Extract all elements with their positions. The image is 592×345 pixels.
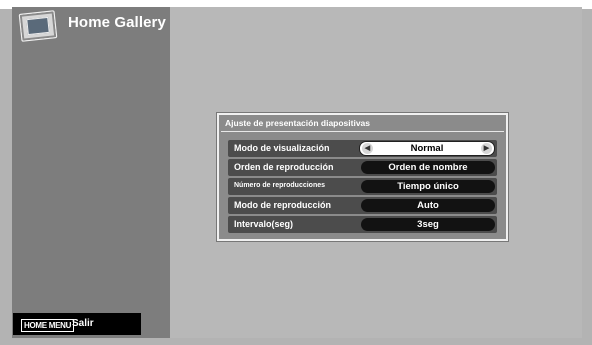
exit-label: Salir [72,318,94,329]
sidebar [12,7,170,338]
setting-label: Orden de reproducción [234,162,334,172]
setting-label: Número de reproducciones [234,182,326,189]
slideshow-settings-dialog: Ajuste de presentación diapositivas Modo… [217,113,508,241]
picture-frame-icon [18,10,58,42]
setting-row-repeat-count[interactable]: Número de reproducciones Tiempo único [228,178,497,195]
playback-mode-value[interactable]: Auto [361,199,495,212]
display-mode-value: Normal [410,143,444,154]
setting-label: Intervalo(seg) [234,219,294,229]
dialog-title: Ajuste de presentación diapositivas [225,118,371,128]
photo-thumbnail [26,16,50,36]
setting-row-playback-mode[interactable]: Modo de reproducción Auto [228,197,497,214]
display-mode-selector[interactable]: ◀ Normal ▶ [359,141,495,156]
repeat-count-value[interactable]: Tiempo único [361,180,495,193]
setting-label: Modo de reproducción [234,200,332,210]
setting-row-playback-order[interactable]: Orden de reproducción Orden de nombre [228,159,497,176]
home-menu-key[interactable]: HOME MENU [21,319,75,332]
setting-row-display-mode[interactable]: Modo de visualización ◀ Normal ▶ [228,140,497,157]
arrow-right-icon[interactable]: ▶ [481,143,492,154]
setting-row-interval[interactable]: Intervalo(seg) 3seg [228,216,497,233]
interval-value[interactable]: 3seg [361,218,495,231]
arrow-left-icon[interactable]: ◀ [362,143,373,154]
playback-order-value[interactable]: Orden de nombre [361,161,495,174]
app-header: Home Gallery [12,7,170,42]
app-title: Home Gallery [68,14,166,31]
footer-bar: HOME MENU Salir [13,313,141,335]
dialog-divider [221,131,504,132]
setting-label: Modo de visualización [234,143,330,153]
